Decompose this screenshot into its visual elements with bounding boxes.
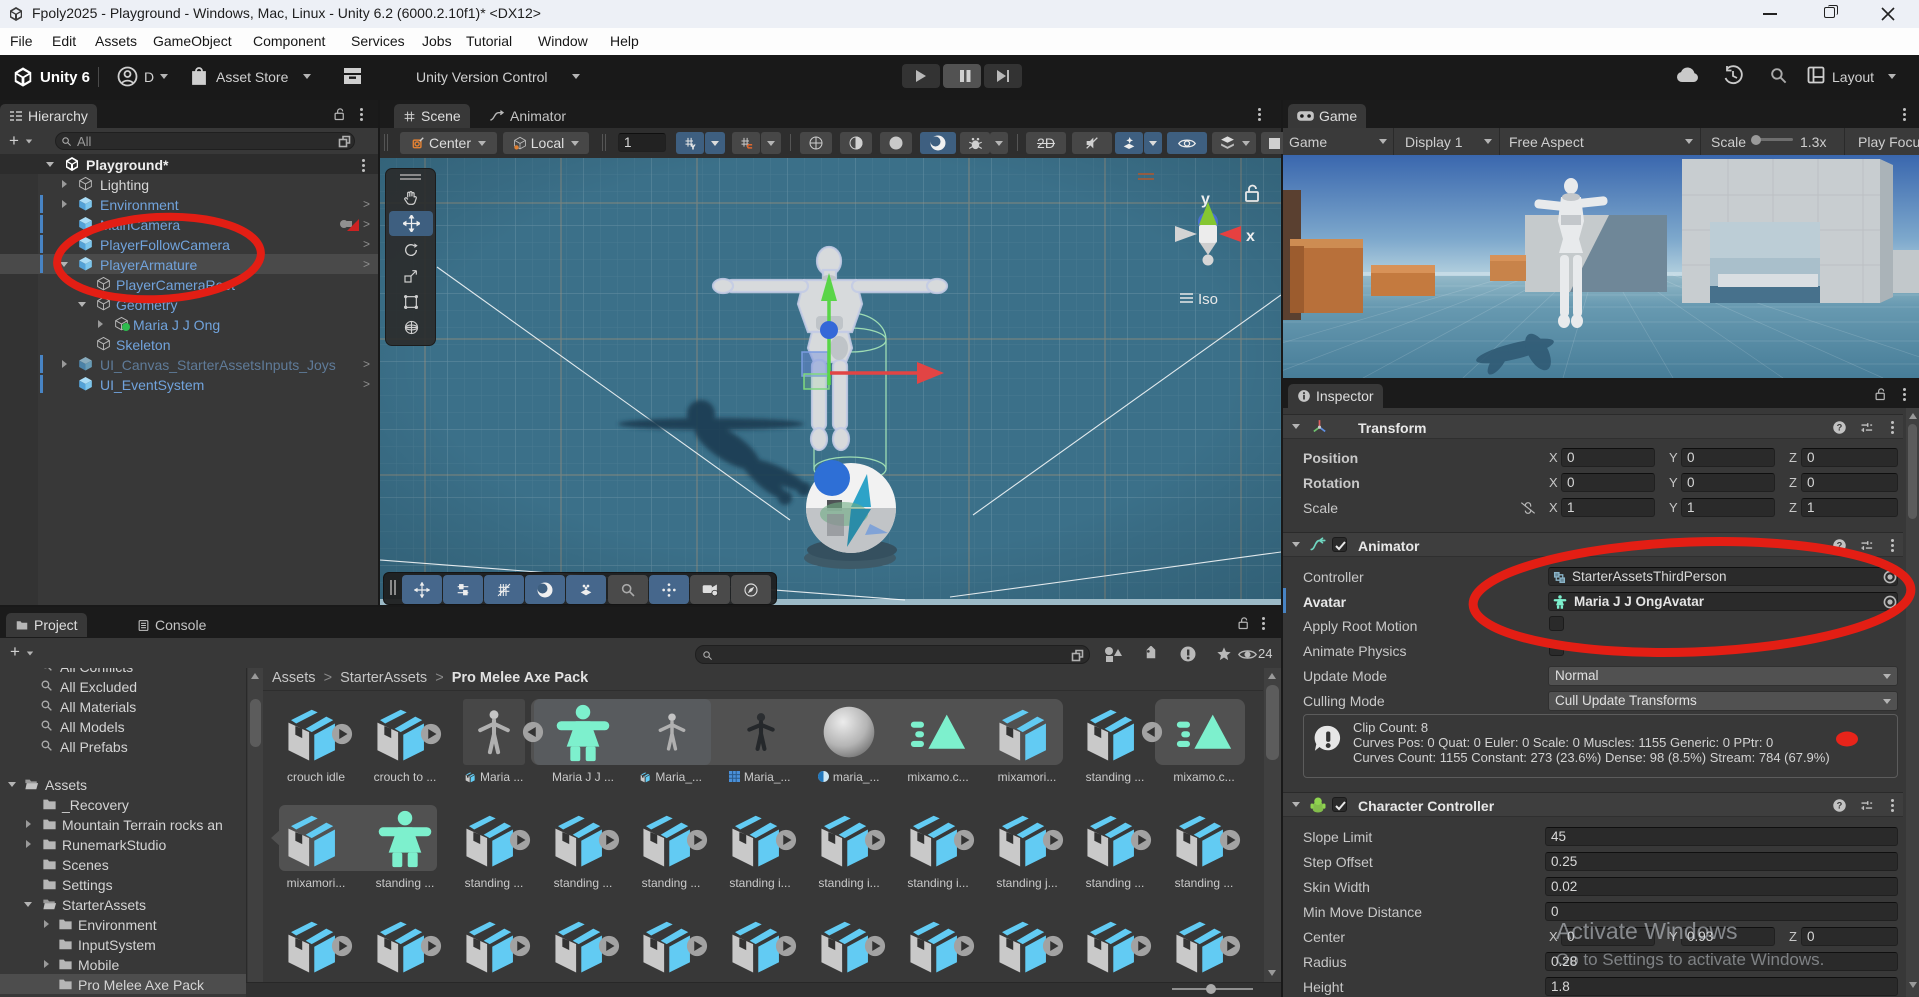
svg-text:x: x xyxy=(1246,228,1255,245)
svg-text:Iso: Iso xyxy=(1198,291,1218,308)
svg-text:Y: Y xyxy=(691,145,695,151)
